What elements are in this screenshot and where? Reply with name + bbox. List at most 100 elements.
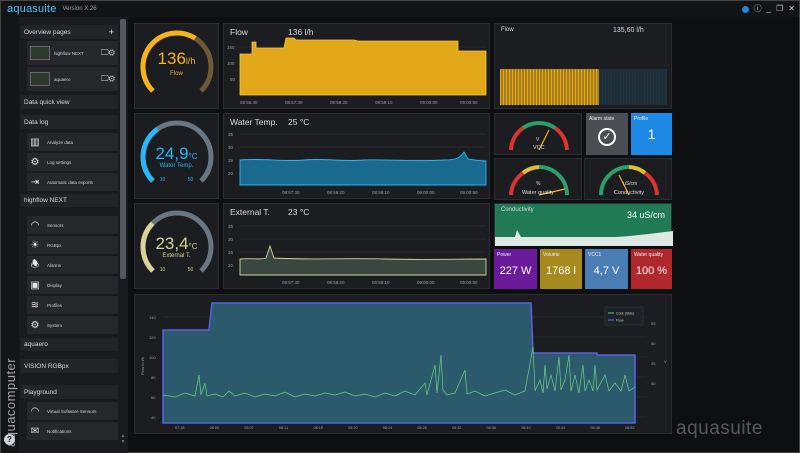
flow-bars — [500, 69, 667, 105]
close-button[interactable]: ✕ — [788, 3, 795, 15]
sidebar-item-profiles[interactable]: ≋ Profiles — [27, 296, 118, 314]
water-area — [239, 151, 487, 186]
monitor-gear-icon[interactable]: 🖵⚙ — [101, 74, 115, 84]
meter-yellow-zone — [521, 165, 540, 175]
big-yticks-left: 140 120 100 80 60 40 — [149, 315, 156, 420]
sidebar-item-display[interactable]: ▣ Display — [27, 276, 118, 294]
sidebar-item-automatic-exports[interactable]: ⇥ Automatic data exports — [27, 173, 118, 191]
profile-tile[interactable]: Profile 1 — [631, 113, 672, 155]
conductivity-area — [495, 230, 673, 246]
tile-value: 227 W — [499, 265, 532, 277]
big-ylabel-right: V — [664, 359, 667, 364]
app-logo: aquasuite — [7, 3, 57, 15]
tile-title: Volume — [543, 252, 560, 258]
tile-value: 4,7 V — [593, 265, 620, 277]
tile-value: 1 — [647, 126, 656, 142]
sidebar-page-highflow[interactable]: highflow NEXT 🖵⚙ — [27, 41, 118, 65]
x-tick: 09:00:50 — [460, 190, 478, 195]
status-dot-icon[interactable] — [741, 5, 749, 13]
help-icon[interactable]: ? — [4, 434, 15, 445]
water-gauge-panel: 24,9°C Water Temp. 10 50 — [134, 113, 219, 199]
meter-yellow-zone — [628, 165, 647, 175]
x-tick: 07:18 — [175, 426, 185, 430]
x-tick: 08:58:20 — [327, 190, 345, 195]
x-tick: 08:52 — [625, 426, 635, 430]
x-tick: 08:57:30 — [282, 280, 300, 285]
y-tick: 40 — [151, 415, 156, 420]
info-icon[interactable]: ⓘ — [754, 3, 762, 15]
sidebar-item-virtual-sensors[interactable]: ◠ Virtual Software Sensors — [27, 402, 118, 420]
x-tick: 08:59:10 — [375, 100, 393, 105]
x-tick: 08:44 — [556, 426, 566, 430]
tile-title: Profile — [634, 116, 649, 122]
y-tick: 120 — [149, 335, 156, 340]
app-window: aquasuite Version X.26 ⓘ _ ❐ ✕ aquacompu… — [0, 0, 800, 453]
meter-red-zone — [553, 126, 569, 151]
y-tick: 140 — [149, 315, 156, 320]
sidebar-item-alarms[interactable]: 🕭 Alarms — [27, 256, 118, 274]
tile-value: 100 % — [635, 265, 668, 277]
big-chart-panel: 140 120 100 80 60 40 55 50 45 40 Flow in… — [134, 294, 672, 434]
monitor-gear-icon[interactable]: 🖵⚙ — [101, 48, 115, 58]
flow-chart-panel: Flow 136 l/h 150 100 50 08:56:40 08:57:3… — [223, 23, 490, 109]
sidebar-scroll-arrows[interactable]: ▲ ▼ — [120, 433, 126, 445]
sidebar-page-aquaero[interactable]: aquaero 🖵⚙ — [27, 67, 118, 91]
y-tick: 100 — [149, 355, 156, 360]
water-gauge-label: Water Temp. — [159, 163, 194, 169]
minimize-button[interactable]: _ — [767, 3, 771, 15]
meter-red-zone — [643, 171, 659, 196]
sidebar-section-highflow[interactable]: highflow NEXT — [21, 194, 118, 207]
sidebar-section-overview[interactable]: Overview pages + — [21, 25, 118, 39]
meter-unit: V — [536, 137, 540, 143]
x-tick: 09:00:00 — [417, 280, 435, 285]
big-legend: Core (Sidu) Flow — [604, 306, 644, 326]
conductivity-meter-panel: uS/cm Conductivity — [584, 158, 672, 200]
sidebar-scrollbar[interactable] — [120, 19, 126, 279]
flow-gauge-panel: 136l/h Flow — [134, 23, 219, 109]
meter-unit: % — [536, 181, 541, 187]
water-chart-panel: Water Temp. 25 °C 35 30 25 20 08:57:30 0… — [223, 113, 490, 199]
add-page-icon[interactable]: + — [109, 27, 114, 37]
sidebar-item-log-settings[interactable]: ⚙ Log settings — [27, 153, 118, 171]
meter-label: VCC — [533, 145, 545, 151]
flow-xticks: 08:56:40 08:57:30 08:58:20 08:59:10 09:0… — [240, 100, 478, 105]
x-tick: 08:24 — [383, 426, 393, 430]
sidebar-item-sensors[interactable]: ◠ Sensors — [27, 216, 118, 234]
external-gauge-max: 50 — [187, 267, 194, 273]
water-xticks: 08:57:30 08:58:20 08:59:10 09:00:00 09:0… — [282, 190, 478, 195]
sidebar-section-playground[interactable]: Playground — [21, 385, 118, 399]
y-tick: 25 — [228, 158, 234, 163]
x-tick: 08:07 — [244, 426, 254, 430]
conductivity-panel: Conductivity 34 uS/cm — [494, 203, 673, 246]
meter-unit: uS/cm — [623, 181, 637, 187]
restore-button[interactable]: ❐ — [776, 3, 783, 15]
sidebar-item-rgbpx[interactable]: ☀ RGBpx — [27, 236, 118, 254]
sidebar-section-aquaero[interactable]: aquaero — [21, 338, 118, 351]
y-tick: 20 — [228, 171, 234, 176]
legend-entry: Core (Sidu) — [616, 312, 634, 316]
sidebar-section-data-quick-view[interactable]: Data quick view — [21, 95, 118, 109]
external-xticks: 08:57:30 08:58:20 08:59:10 09:00:00 09:0… — [282, 280, 478, 285]
sidebar-item-notifications[interactable]: ✉ Notifications — [27, 422, 118, 440]
x-tick: 08:20 — [348, 426, 358, 430]
volume-tile: Volume 1768 l — [540, 249, 582, 289]
sidebar-item-system[interactable]: ⚙ System — [27, 316, 118, 334]
x-tick: 08:59:10 — [372, 280, 390, 285]
page-thumbnail — [30, 72, 50, 86]
sidebar-section-vision[interactable]: VISION RGBpx — [21, 359, 118, 373]
flow-gauge-label: Flow — [170, 71, 183, 77]
sidebar-item-analyze-data[interactable]: ▥ Analyze data — [27, 133, 118, 151]
flow-yticks: 150 100 50 — [227, 45, 236, 82]
water-quality-meter-panel: % Water quality — [494, 158, 582, 200]
legend-entry: Flow — [616, 319, 624, 323]
bar-chart-icon: ▥ — [30, 136, 40, 148]
big-yticks-right: 55 50 45 40 — [651, 321, 656, 386]
x-tick: 09:00:50 — [460, 100, 478, 105]
meter-label: Conductivity — [614, 190, 644, 196]
tile-title: Power — [497, 252, 512, 258]
water-gauge-value: 24,9°C — [155, 144, 198, 163]
conductivity-chart — [495, 230, 673, 246]
sidebar-section-data-log[interactable]: Data log — [21, 115, 118, 129]
x-tick: 08:59:10 — [372, 190, 390, 195]
y-tick: 30 — [228, 145, 234, 150]
